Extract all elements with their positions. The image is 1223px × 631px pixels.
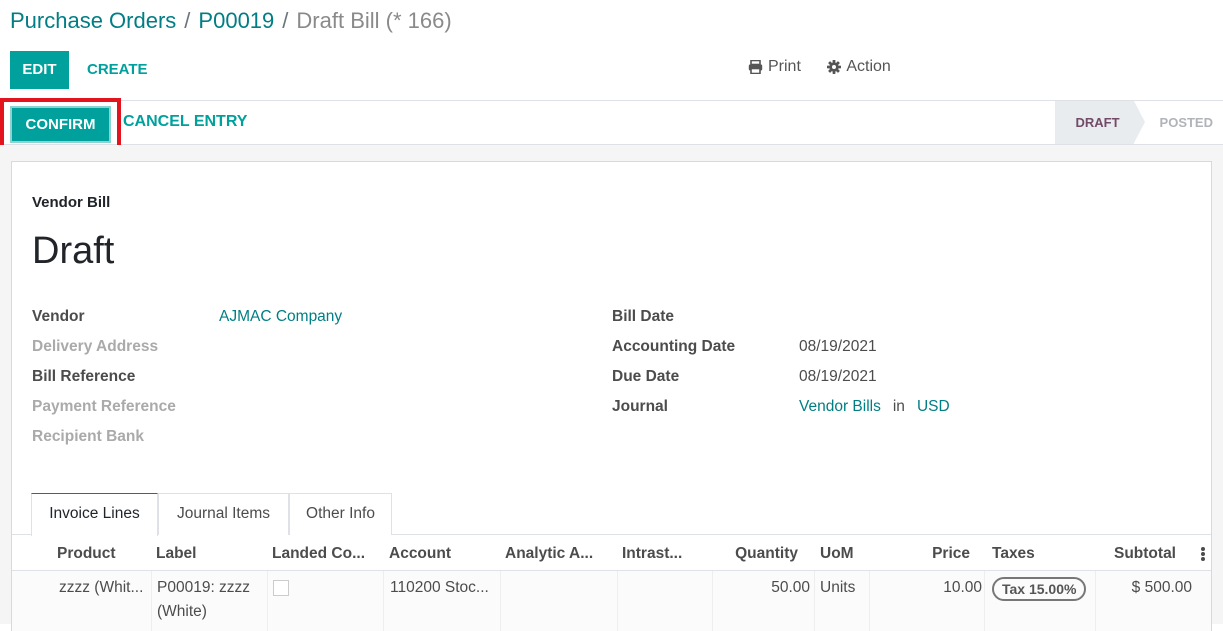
field-label: Delivery Address [32,338,159,355]
action-button[interactable]: Action [827,58,891,76]
column-header-product[interactable]: Product [57,536,116,571]
tab-journal-items[interactable]: Journal Items [158,493,289,535]
status-stages: DRAFT POSTED [1055,101,1223,144]
optional-columns-icon[interactable] [1201,547,1205,562]
journal-link[interactable]: Vendor Bills [799,398,881,415]
gear-icon [827,60,842,74]
stage-posted[interactable]: POSTED [1134,101,1223,144]
document-type: Vendor Bill [32,194,111,211]
currency-link[interactable]: USD [917,398,950,415]
breadcrumb-purchase-orders[interactable]: Purchase Orders [10,8,176,33]
cell-price: 10.00 [943,579,982,596]
field-label: Payment Reference [32,398,176,415]
cell-subtotal: $ 500.00 [1131,579,1192,596]
print-label: Print [768,58,801,75]
breadcrumb-current: Draft Bill (* 166) [296,8,452,33]
cell-quantity: 50.00 [771,579,810,596]
print-icon [748,60,763,74]
field-label: Recipient Bank [32,428,144,445]
column-header-price[interactable]: Price [892,536,970,571]
breadcrumb-po-number[interactable]: P00019 [198,8,274,33]
column-header-uom[interactable]: UoM [820,536,854,571]
tab-other-info[interactable]: Other Info [289,493,392,535]
print-button[interactable]: Print [748,58,801,76]
tax-badge: Tax 15.00% [992,577,1087,601]
cell-label: P00019: zzzz (White) [157,571,250,624]
cell-label-line2: (White) [157,603,207,620]
sidebar-actions: Print Action [748,58,913,79]
table-row[interactable]: zzzz (Whit... P00019: zzzz (White) 11020… [12,571,1211,631]
column-header-quantity[interactable]: Quantity [712,536,798,571]
table-header: Product Label Landed Co... Account Analy… [12,536,1211,571]
field-label: Bill Date [612,308,675,325]
accounting-date-value: 08/19/2021 [799,338,877,355]
form-sheet: Vendor Bill Draft Vendor AJMAC Company D… [11,161,1212,631]
cancel-entry-button[interactable]: CANCEL ENTRY [123,113,247,131]
landed-cost-checkbox[interactable] [273,580,289,596]
cell-landed-cost [273,571,289,604]
column-header-label[interactable]: Label [156,536,196,571]
document-name: Draft [32,230,115,272]
control-panel: Purchase Orders / P00019 / Draft Bill (* 166… [0,0,1223,101]
field-label: Journal [612,398,668,415]
statusbar: CONFIRM CANCEL ENTRY DRAFT POSTED [0,98,1223,153]
edit-button[interactable]: EDIT [10,51,69,89]
cell-product: zzzz (Whit... [59,579,144,596]
confirm-button[interactable]: CONFIRM [10,106,111,143]
cell-uom: Units [820,579,856,596]
due-date-value: 08/19/2021 [799,368,877,385]
journal-in-text: in [892,398,905,415]
column-header-taxes[interactable]: Taxes [992,536,1035,571]
journal-value: Vendor Bills in USD [799,396,950,418]
field-label: Due Date [612,368,680,385]
stage-draft[interactable]: DRAFT [1055,101,1145,144]
vendor-link[interactable]: AJMAC Company [219,306,342,328]
tab-invoice-lines[interactable]: Invoice Lines [31,493,158,536]
column-header-subtotal[interactable]: Subtotal [1092,536,1176,571]
field-label: Accounting Date [612,338,736,355]
breadcrumb-separator: / [184,8,191,33]
column-header-intrastat[interactable]: Intrast... [622,536,682,571]
breadcrumb: Purchase Orders / P00019 / Draft Bill (* 166… [10,8,452,34]
column-header-analytic-account[interactable]: Analytic A... [505,536,593,571]
field-label: Vendor [32,308,85,325]
column-header-account[interactable]: Account [389,536,451,571]
cell-label-line1: P00019: zzzz [157,579,251,596]
field-label: Bill Reference [32,368,136,385]
invoice-lines-table: Product Label Landed Co... Account Analy… [12,536,1211,631]
cell-account: 110200 Stoc... [390,579,489,596]
cell-taxes: Tax 15.00% [992,571,1087,602]
column-header-landed-cost[interactable]: Landed Co... [272,536,365,571]
breadcrumb-separator: / [282,8,289,33]
notebook-tabs: Invoice Lines Journal Items Other Info [12,493,1211,536]
action-label: Action [846,58,891,75]
create-button[interactable]: CREATE [80,51,155,89]
